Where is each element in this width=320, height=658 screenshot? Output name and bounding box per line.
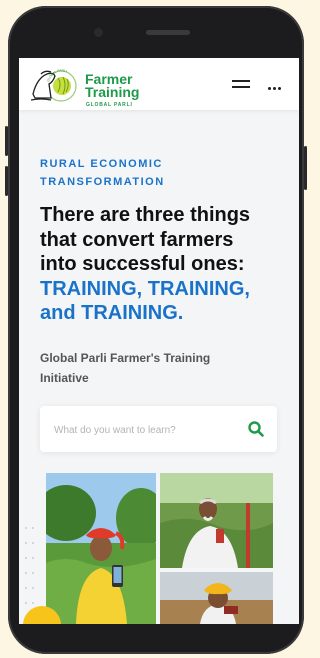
search-input[interactable] — [52, 420, 236, 440]
logo-title-line2: Training — [85, 84, 140, 100]
logo-ring-text: GLOBAL PARLI — [46, 68, 67, 82]
eyebrow-line1: RURAL ECONOMIC — [40, 158, 163, 170]
hero-subtitle: Global Parli Farmer's Training Initiativ… — [40, 348, 270, 388]
logo-subtitle: GLOBAL PARLI — [86, 102, 133, 108]
section-eyebrow: RURAL ECONOMIC TRANSFORMATION — [40, 155, 240, 191]
phone-speaker — [146, 30, 190, 35]
farmer-with-phone-photo — [46, 473, 156, 624]
front-camera — [94, 28, 103, 37]
headline-line2: that convert farmers — [40, 228, 234, 251]
svg-text:GLOBAL PARLI: GLOBAL PARLI — [46, 68, 67, 82]
logo-title: Farmer Training — [85, 72, 140, 100]
power-button — [304, 146, 307, 190]
subtitle-line1: Global Parli Farmer's Training — [40, 351, 211, 365]
volume-button — [5, 126, 8, 156]
subtitle-line2: Initiative — [40, 371, 89, 385]
more-options-icon[interactable] — [268, 75, 288, 91]
search-icon[interactable] — [247, 420, 265, 438]
phone-screen: GLOBAL PARLI Farmer Training GLOBAL PARL… — [19, 58, 299, 624]
headline-line3: into successful ones: — [40, 253, 245, 275]
farmer-yellow-turban-photo — [160, 572, 273, 624]
volume-button — [5, 166, 8, 196]
headline-highlight-line1: TRAINING, TRAINING, — [40, 277, 250, 300]
headline-highlight-line2: and TRAINING. — [40, 302, 184, 324]
hero-headline: There are three things that convert farm… — [40, 203, 290, 326]
site-logo[interactable]: GLOBAL PARLI Farmer Training GLOBAL PARL… — [27, 64, 157, 108]
eyebrow-line2: TRANSFORMATION — [40, 176, 165, 188]
decorative-dot-pattern — [25, 527, 34, 604]
elderly-farmer-on-phone-photo — [160, 473, 273, 568]
hamburger-menu-icon[interactable] — [232, 76, 252, 92]
site-header: GLOBAL PARLI Farmer Training GLOBAL PARL… — [19, 58, 299, 110]
search-box — [40, 406, 277, 452]
headline-line1: There are three things — [40, 204, 251, 226]
